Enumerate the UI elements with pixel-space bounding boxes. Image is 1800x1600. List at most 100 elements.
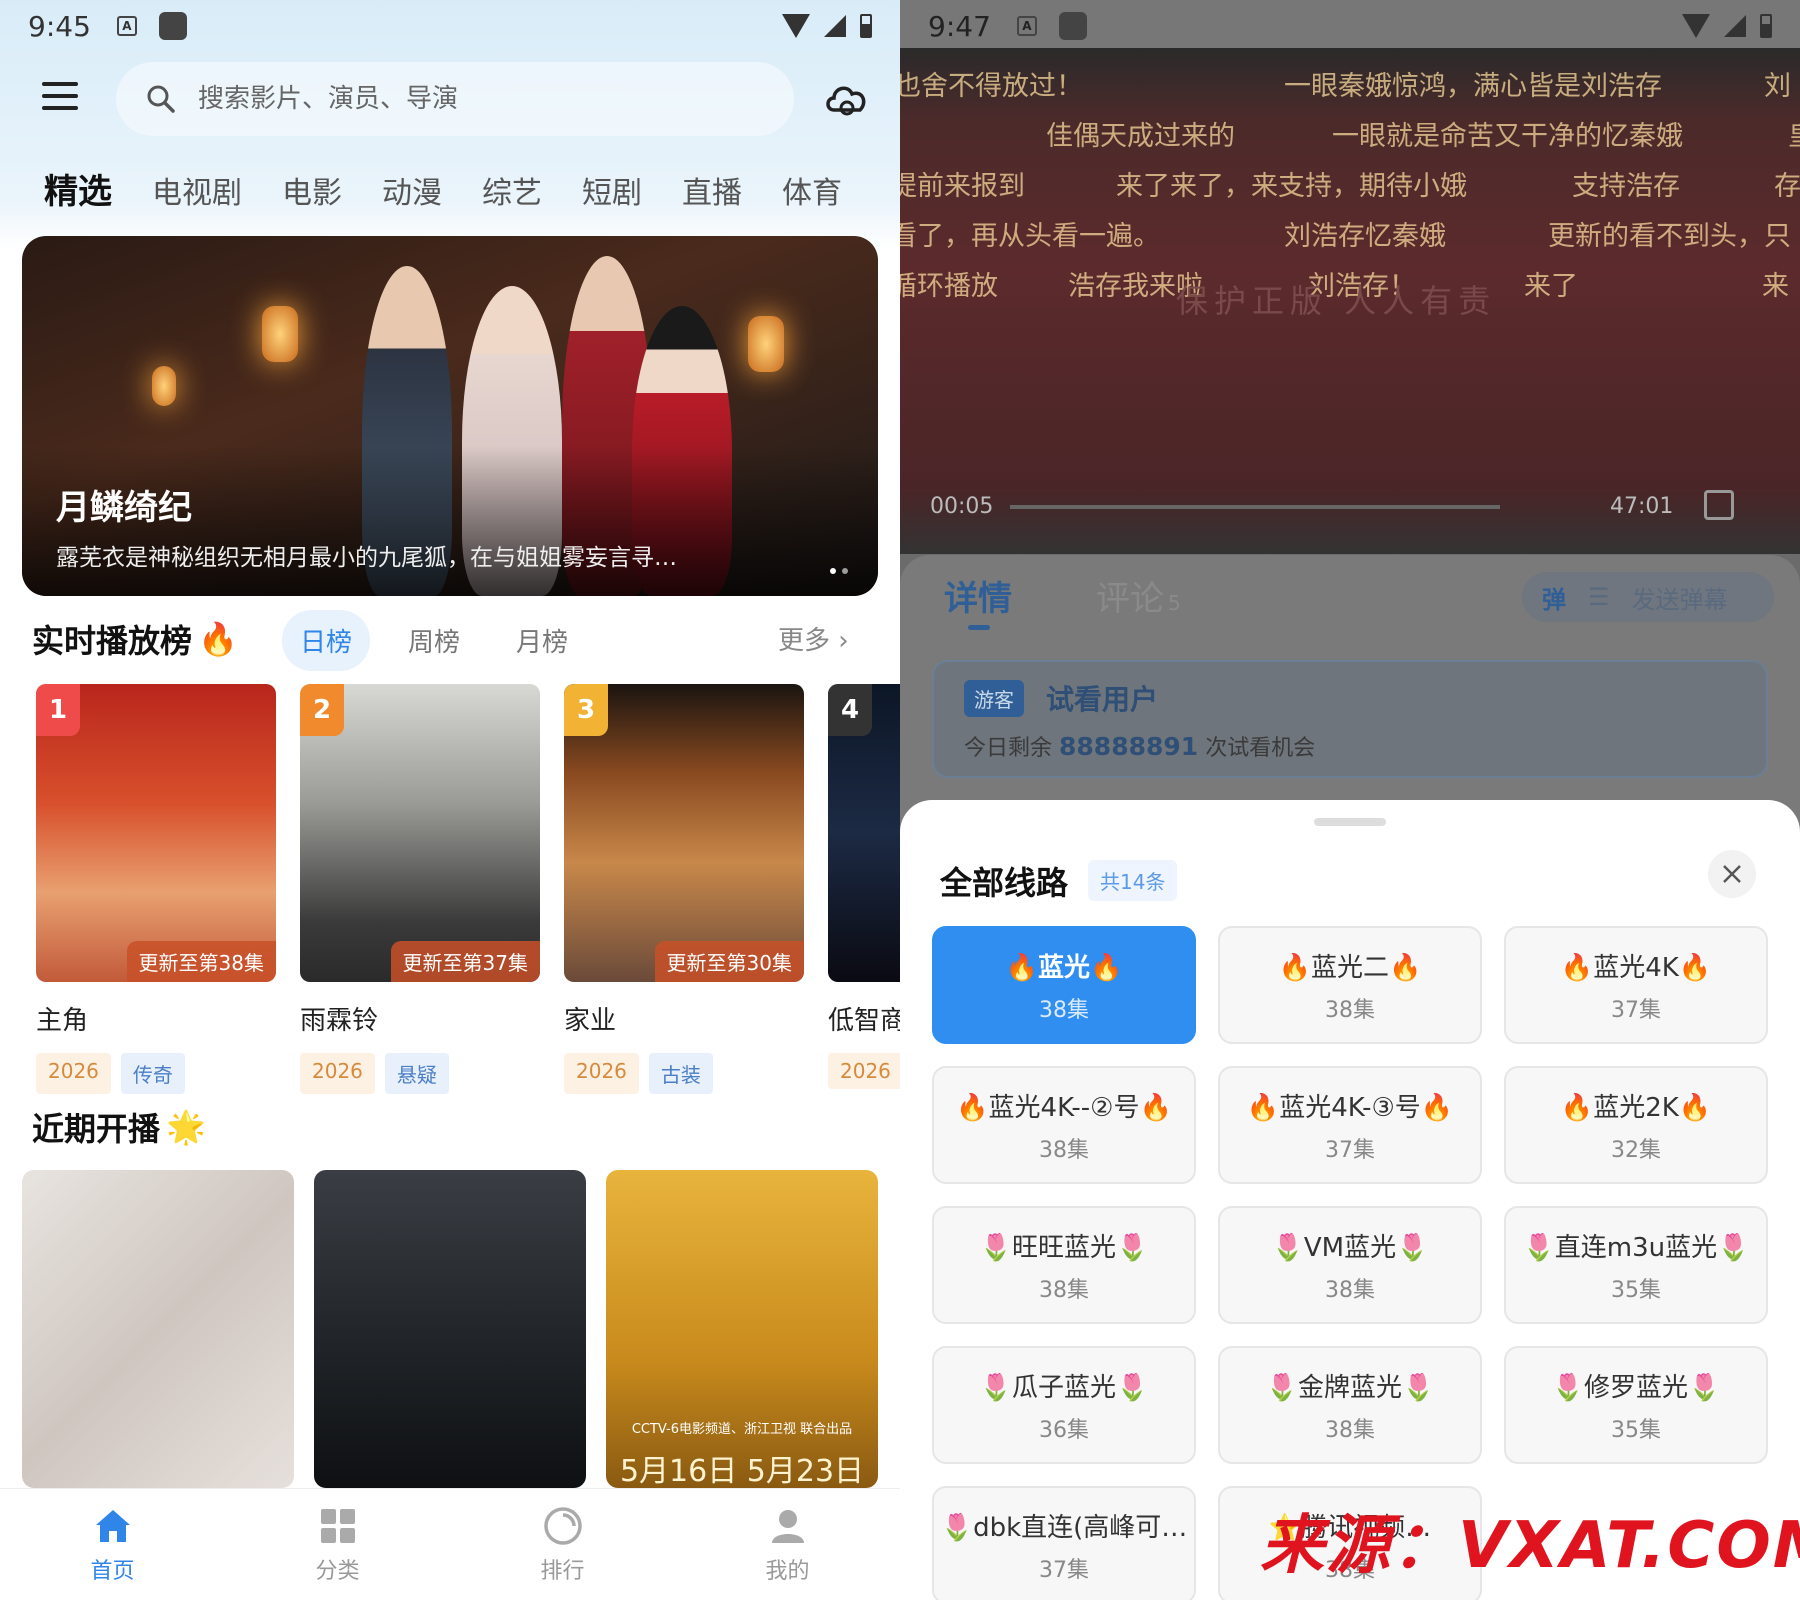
tab-sports[interactable]: 体育 <box>782 168 842 213</box>
rank-badge: 3 <box>564 684 608 736</box>
tab-anime[interactable]: 动漫 <box>382 168 442 213</box>
danmaku-comment: 来了来了，来支持，期待小娥 <box>1116 171 1467 202</box>
video-player[interactable]: 也舍不得放过！ 一眼秦娥惊鸿，满心皆是刘浩存 刘 佳偶天成过来的 一眼就是命苦又… <box>900 48 1800 554</box>
route-option[interactable]: 🌷瓜子蓝光🌷 36集 <box>932 1346 1196 1464</box>
trial-remaining: 今日剩余 88888891 次试看机会 <box>964 732 1316 761</box>
tab-daily[interactable]: 日榜 <box>282 610 371 671</box>
bottom-navigation: 首页 分类 排行 我的 <box>0 1488 900 1600</box>
route-option[interactable]: 🌷VM蓝光🌷 38集 <box>1218 1206 1482 1324</box>
keyboard-a-icon: A <box>1016 16 1037 36</box>
route-option[interactable]: 🔥蓝光4K-③号🔥 37集 <box>1218 1066 1482 1184</box>
ranking-tabs: 日榜 周榜 月榜 <box>282 610 586 671</box>
search-bar[interactable] <box>116 62 794 136</box>
card-title: 低智商 <box>828 1006 900 1036</box>
tab-tv[interactable]: 电视剧 <box>152 168 242 213</box>
route-option[interactable]: 🔥蓝光4K--②号🔥 38集 <box>932 1066 1196 1184</box>
danmaku-comment: 提前来报到 <box>900 171 1025 202</box>
hero-banner[interactable]: 月鳞绮纪 露芜衣是神秘组织无相月最小的九尾狐，在与姐姐雾妄言寻… <box>22 236 878 596</box>
tab-variety[interactable]: 综艺 <box>482 168 542 213</box>
ranking-card[interactable]: 3 更新至第30集 家业 2026 古装 <box>564 684 804 1094</box>
sheet-title: 全部线路 <box>940 864 1069 902</box>
current-time: 00:05 <box>930 494 994 519</box>
card-title: 家业 <box>564 1006 617 1036</box>
ranking-card[interactable]: 1 更新至第38集 主角 2026 传奇 <box>36 684 276 1094</box>
year-tag: 2026 <box>36 1053 111 1094</box>
source-watermark: 来源：VXAT.COM <box>1260 1509 1800 1583</box>
category-tabs: 精选 电视剧 电影 动漫 综艺 短剧 直播 体育 <box>44 168 842 213</box>
tab-comments[interactable]: 评论 5 <box>1096 571 1181 620</box>
nav-category[interactable]: 分类 <box>278 1505 398 1585</box>
home-icon <box>95 1509 130 1542</box>
banner-description: 露芜衣是神秘组织无相月最小的九尾狐，在与姐姐雾妄言寻… <box>56 545 677 571</box>
progress-bar[interactable] <box>1010 505 1500 509</box>
tab-details[interactable]: 详情 <box>944 571 1012 620</box>
tab-live[interactable]: 直播 <box>682 168 742 213</box>
genre-tag: 悬疑 <box>384 1053 449 1094</box>
battery-icon <box>860 14 872 38</box>
upcoming-section-title: 近期开播 🌟 <box>32 1108 206 1148</box>
route-option[interactable]: 🌷修罗蓝光🌷 35集 <box>1504 1346 1768 1464</box>
guest-badge: 游客 <box>964 680 1024 717</box>
danmaku-comment: 存 <box>1774 171 1800 202</box>
video-copyright-watermark: 保护正版 人人有责 <box>1176 282 1497 320</box>
tab-monthly[interactable]: 月榜 <box>498 610 586 671</box>
nav-ranking[interactable]: 排行 <box>503 1505 623 1585</box>
nav-home-label: 首页 <box>90 1558 135 1584</box>
notification-square-icon <box>158 12 187 40</box>
route-option[interactable]: 🌷dbk直连(高峰可… 37集 <box>932 1486 1196 1600</box>
poster-image: 3 更新至第30集 <box>564 684 804 982</box>
notification-square-icon <box>1058 12 1087 40</box>
fullscreen-icon[interactable] <box>1704 490 1734 520</box>
danmaku-comment: 佳偶天成过来的 <box>1046 121 1235 152</box>
route-option[interactable]: 🔥蓝光2K🔥 32集 <box>1504 1066 1768 1184</box>
upcoming-poster[interactable] <box>22 1170 294 1488</box>
star-icon: 🌟 <box>166 1108 206 1146</box>
tab-featured[interactable]: 精选 <box>44 164 112 213</box>
banner-title: 月鳞绮纪 <box>56 488 192 528</box>
danmaku-toggle[interactable]: 弹 <box>1542 580 1566 615</box>
cloud-icon[interactable] <box>822 76 872 120</box>
home-screen: 9:45 A 精选 电视剧 电影 动漫 综艺 短剧 直播 体育 月鳞绮纪 露芜衣… <box>0 0 900 1600</box>
poster-caption: CCTV-6电影频道、浙江卫视 联合出品 <box>631 1422 853 1437</box>
nav-profile[interactable]: 我的 <box>728 1505 848 1585</box>
route-option[interactable]: 🌷旺旺蓝光🌷 38集 <box>932 1206 1196 1324</box>
nav-ranking-label: 排行 <box>540 1558 585 1584</box>
ranking-card[interactable]: 2 更新至第37集 雨霖铃 2026 悬疑 <box>300 684 540 1094</box>
year-tag: 2026 <box>828 1053 900 1089</box>
send-danmaku-button[interactable]: 发送弹幕 <box>1632 580 1728 615</box>
signal-icon <box>824 15 846 37</box>
year-tag: 2026 <box>300 1053 375 1094</box>
tab-short[interactable]: 短剧 <box>582 168 642 213</box>
status-bar: 9:47 A <box>900 0 1800 52</box>
status-time: 9:45 <box>28 9 91 43</box>
route-option[interactable]: 🌷直连m3u蓝光🌷 35集 <box>1504 1206 1768 1324</box>
trial-user-label: 试看用户 <box>1046 683 1159 716</box>
search-input[interactable] <box>198 84 758 114</box>
ranking-card[interactable]: 4 低智商 2026 <box>828 684 900 1094</box>
danmaku-comment: 更新的看不到头，只 <box>1548 221 1791 252</box>
upcoming-poster[interactable]: CCTV-6电影频道、浙江卫视 联合出品 5月16日 5月23日 <box>606 1170 878 1488</box>
route-option[interactable]: 🔥蓝光🔥 38集 <box>932 926 1196 1044</box>
menu-icon[interactable] <box>42 82 78 110</box>
upcoming-poster[interactable] <box>314 1170 586 1488</box>
danmaku-comment: 来 <box>1762 271 1789 302</box>
rank-badge: 4 <box>828 684 872 736</box>
close-button[interactable] <box>1708 850 1756 898</box>
route-option[interactable]: 🔥蓝光二🔥 38集 <box>1218 926 1482 1044</box>
route-option[interactable]: 🌷金牌蓝光🌷 38集 <box>1218 1346 1482 1464</box>
poster-image: 2 更新至第37集 <box>300 684 540 982</box>
danmaku-comment: 一眼就是命苦又干净的忆秦娥 <box>1332 121 1683 152</box>
tab-movie[interactable]: 电影 <box>282 168 342 213</box>
search-icon <box>147 85 175 113</box>
poster-date: 5月16日 5月23日 <box>619 1454 865 1488</box>
danmaku-settings-icon[interactable]: ☰ <box>1588 583 1610 611</box>
route-count-badge: 共14条 <box>1088 860 1178 901</box>
drag-handle[interactable] <box>1314 818 1386 826</box>
tab-weekly[interactable]: 周榜 <box>390 610 478 671</box>
more-link[interactable]: 更多 › <box>778 620 849 657</box>
route-option[interactable]: 🔥蓝光4K🔥 37集 <box>1504 926 1768 1044</box>
wifi-icon <box>782 14 810 38</box>
nav-home[interactable]: 首页 <box>53 1505 173 1585</box>
danmaku-comment: 一眼秦娥惊鸿，满心皆是刘浩存 <box>1284 71 1662 102</box>
close-icon <box>1723 865 1741 883</box>
